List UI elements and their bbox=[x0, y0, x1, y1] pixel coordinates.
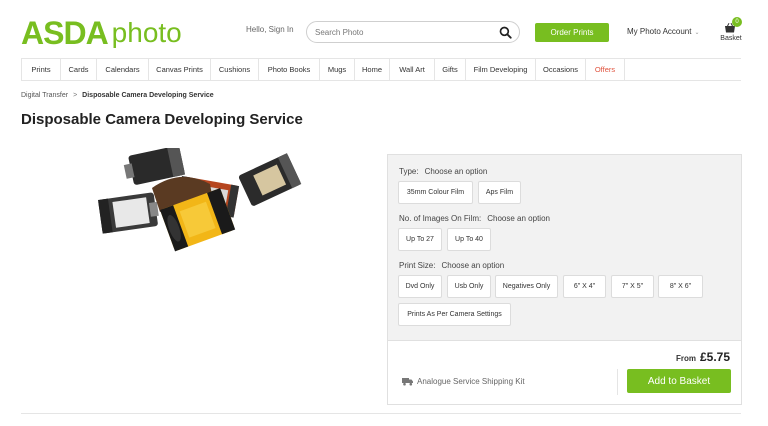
sign-in-link[interactable]: Hello, Sign In bbox=[246, 25, 294, 34]
price-value: £5.75 bbox=[699, 350, 730, 364]
nav-item-occasions[interactable]: Occasions bbox=[535, 59, 585, 80]
nav-item-gifts[interactable]: Gifts bbox=[434, 59, 465, 80]
type-option-35mm-colour-film[interactable]: 35mm Colour Film bbox=[398, 181, 473, 204]
nav-item-cards[interactable]: Cards bbox=[60, 59, 96, 80]
basket-label: Basket bbox=[720, 35, 742, 42]
type-option-label: Type: Choose an option bbox=[399, 167, 487, 176]
price-panel: From £5.75 Analogue Service Shipping Kit… bbox=[387, 341, 742, 405]
print-size-prompt: Choose an option bbox=[441, 261, 505, 270]
images-label: No. of Images On Film: bbox=[399, 214, 482, 223]
order-prints-button[interactable]: Order Prints bbox=[535, 23, 609, 42]
nav-item-offers[interactable]: Offers bbox=[585, 59, 625, 80]
product-options-panel: Type: Choose an option 35mm Colour Film A… bbox=[387, 154, 742, 341]
my-photo-account-menu[interactable]: My Photo Account ⌄ bbox=[627, 27, 700, 36]
nav-item-mugs[interactable]: Mugs bbox=[319, 59, 354, 80]
nav-item-film-developing[interactable]: Film Developing bbox=[465, 59, 535, 80]
print-size-option-8x6[interactable]: 8" X 6" bbox=[658, 275, 703, 298]
film-canisters-product-image bbox=[98, 148, 302, 252]
truck-icon bbox=[402, 378, 413, 386]
nav-item-home[interactable]: Home bbox=[354, 59, 389, 80]
shipping-kit-info: Analogue Service Shipping Kit bbox=[402, 377, 525, 386]
print-size-option-negatives-only[interactable]: Negatives Only bbox=[495, 275, 558, 298]
search-box bbox=[306, 21, 520, 43]
images-prompt: Choose an option bbox=[487, 214, 550, 223]
print-size-option-6x4[interactable]: 6" X 4" bbox=[563, 275, 606, 298]
print-size-label: Print Size: bbox=[399, 261, 436, 270]
print-size-option-usb-only[interactable]: Usb Only bbox=[447, 275, 491, 298]
search-input[interactable] bbox=[315, 26, 495, 39]
nav-item-cushions[interactable]: Cushions bbox=[210, 59, 258, 80]
nav-item-photo-books[interactable]: Photo Books bbox=[258, 59, 319, 80]
account-label: My Photo Account bbox=[627, 27, 692, 36]
asda-photo-logo[interactable]: ASDA photo bbox=[21, 14, 182, 51]
images-option-up-to-27[interactable]: Up To 27 bbox=[398, 228, 442, 251]
nav-item-calendars[interactable]: Calendars bbox=[96, 59, 148, 80]
type-label: Type: bbox=[399, 167, 419, 176]
print-size-option-prints-as-per-camera[interactable]: Prints As Per Camera Settings bbox=[398, 303, 511, 326]
breadcrumb-separator: > bbox=[73, 92, 78, 99]
breadcrumb-parent-link[interactable]: Digital Transfer bbox=[21, 92, 68, 99]
shipping-kit-label: Analogue Service Shipping Kit bbox=[417, 377, 525, 386]
print-size-option-7x5[interactable]: 7" X 5" bbox=[611, 275, 654, 298]
from-label: From bbox=[676, 354, 696, 363]
vertical-divider bbox=[617, 369, 618, 395]
type-option-aps-film[interactable]: Aps Film bbox=[478, 181, 521, 204]
chevron-down-icon: ⌄ bbox=[694, 30, 700, 36]
nav-item-wall-art[interactable]: Wall Art bbox=[389, 59, 434, 80]
add-to-basket-button[interactable]: Add to Basket bbox=[627, 369, 731, 393]
basket-button[interactable]: 0 Basket bbox=[717, 17, 745, 45]
site-header: ASDA photo Hello, Sign In Order Prints M… bbox=[0, 0, 768, 58]
nav-item-prints[interactable]: Prints bbox=[21, 59, 60, 80]
images-option-label: No. of Images On Film: Choose an option bbox=[399, 214, 550, 223]
type-prompt: Choose an option bbox=[424, 167, 488, 176]
logo-brand: ASDA bbox=[21, 15, 109, 51]
nav-item-canvas-prints[interactable]: Canvas Prints bbox=[148, 59, 210, 80]
logo-product: photo bbox=[111, 17, 182, 48]
page-title: Disposable Camera Developing Service bbox=[21, 111, 303, 128]
category-nav: Prints Cards Calendars Canvas Prints Cus… bbox=[21, 58, 741, 81]
basket-count-badge: 0 bbox=[732, 17, 742, 27]
breadcrumb: Digital Transfer > Disposable Camera Devel… bbox=[21, 92, 214, 99]
breadcrumb-current: Disposable Camera Developing Service bbox=[82, 92, 214, 99]
print-size-option-dvd-only[interactable]: Dvd Only bbox=[398, 275, 442, 298]
images-option-up-to-40[interactable]: Up To 40 bbox=[447, 228, 491, 251]
search-icon[interactable] bbox=[499, 26, 512, 39]
print-size-option-label: Print Size: Choose an option bbox=[399, 261, 504, 270]
section-divider bbox=[21, 413, 741, 414]
